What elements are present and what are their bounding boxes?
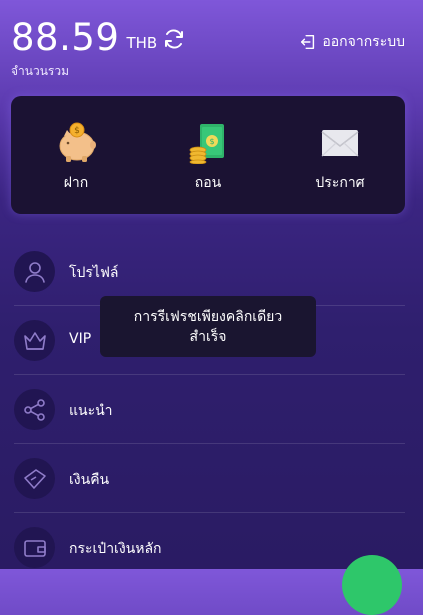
withdraw-button[interactable]: $ ถอน — [148, 96, 268, 214]
piggy-bank-icon: $ — [59, 122, 96, 162]
menu-item-referral[interactable]: แนะนำ — [0, 375, 423, 444]
menu-item-label: แนะนำ — [69, 403, 113, 419]
menu-item-label: กระเป๋าเงินหลัก — [69, 541, 162, 557]
action-card: $ ฝาก $ ถอน ประกาศ — [11, 96, 405, 214]
wallet-icon — [14, 527, 55, 568]
menu-item-cashback[interactable]: เงินคืน — [0, 444, 423, 513]
user-icon — [14, 251, 55, 292]
toast-message: การรีเฟรชเพียงคลิกเดียว สำเร็จ — [100, 296, 316, 357]
svg-text:$: $ — [74, 126, 80, 136]
logout-icon — [301, 34, 315, 50]
logout-button[interactable]: ออกจากระบบ — [299, 31, 405, 53]
deposit-button[interactable]: $ ฝาก — [16, 96, 136, 214]
menu-item-label: โปรไฟล์ — [69, 265, 119, 281]
currency-label: THB — [126, 34, 158, 52]
svg-text:$: $ — [209, 137, 214, 146]
menu-item-label: เงินคืน — [69, 472, 110, 488]
envelope-icon — [321, 130, 359, 157]
total-label: จำนวนรวม — [11, 64, 70, 78]
header: 88.59 THB จำนวนรวม ออกจากระบบ — [0, 0, 423, 92]
toast-line-2: สำเร็จ — [189, 328, 227, 345]
chat-fab-button[interactable] — [342, 555, 402, 615]
logout-label: ออกจากระบบ — [322, 34, 405, 50]
announcement-label: ประกาศ — [315, 175, 365, 191]
deposit-label: ฝาก — [63, 175, 89, 191]
menu-item-label: VIP — [69, 331, 92, 347]
balance-row: 88.59 THB — [11, 16, 186, 60]
money-coins-icon: $ — [189, 124, 224, 164]
announcement-button[interactable]: ประกาศ — [280, 96, 400, 214]
toast-line-1: การรีเฟรชเพียงคลิกเดียว — [133, 308, 283, 325]
refresh-icon[interactable] — [162, 27, 186, 51]
menu-list: โปรไฟล์ VIP แนะนำ เงินคืน กระเป๋าเงินหลั… — [0, 237, 423, 582]
crown-icon — [14, 320, 55, 361]
share-icon — [14, 389, 55, 430]
withdraw-label: ถอน — [194, 175, 222, 191]
ticket-icon — [14, 458, 55, 499]
balance-amount: 88.59 — [11, 16, 120, 59]
